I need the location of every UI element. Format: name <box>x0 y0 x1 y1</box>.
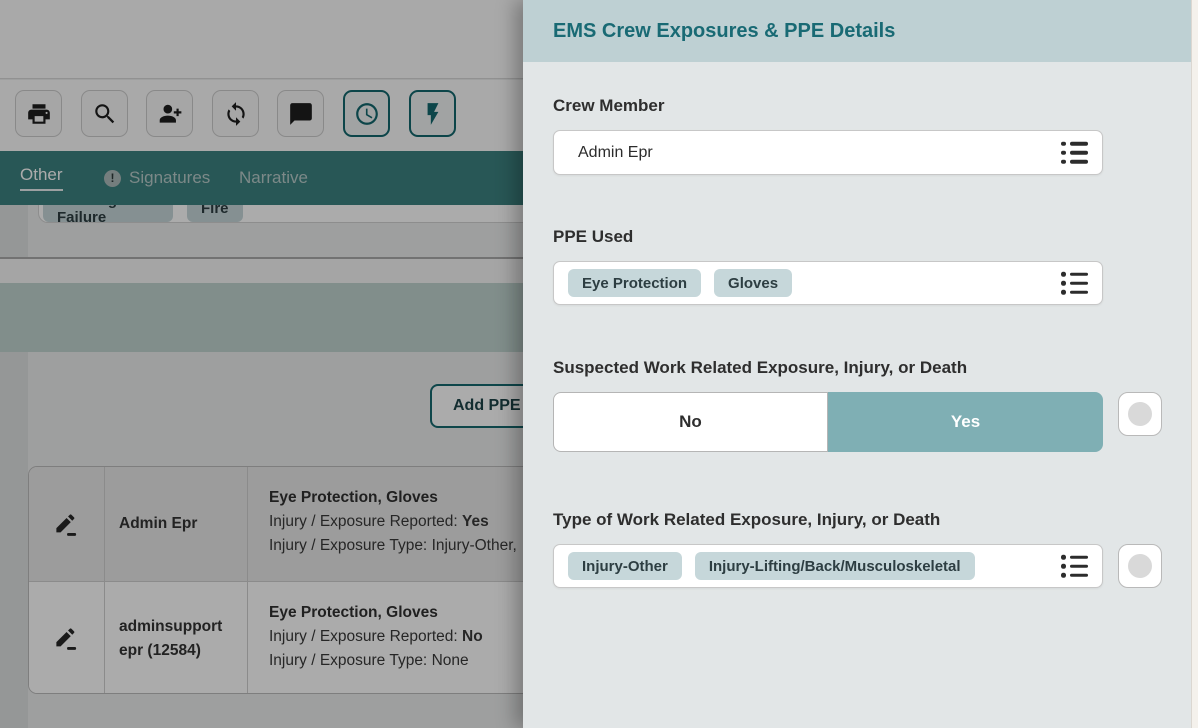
panel-header: EMS Crew Exposures & PPE Details <box>523 0 1198 62</box>
field-status-button[interactable] <box>1118 544 1162 588</box>
ems-crew-exposures-panel: EMS Crew Exposures & PPE Details Crew Me… <box>523 0 1198 728</box>
toggle-yes-button[interactable]: Yes <box>828 392 1103 452</box>
list-picker-icon[interactable] <box>1061 555 1088 578</box>
exposure-type-select[interactable]: Injury-Other Injury-Lifting/Back/Musculo… <box>553 544 1103 588</box>
crew-member-label: Crew Member <box>553 96 664 116</box>
toggle-no-button[interactable]: No <box>553 392 828 452</box>
crew-member-value: Admin Epr <box>554 144 653 162</box>
app-screen: Building Failure Fire Other Signatures N… <box>0 0 1198 728</box>
suspected-exposure-label: Suspected Work Related Exposure, Injury,… <box>553 358 967 378</box>
ppe-chip: Eye Protection <box>568 269 701 297</box>
status-dot-icon <box>1128 554 1152 578</box>
ppe-used-select[interactable]: Eye Protection Gloves <box>553 261 1103 305</box>
suspected-exposure-toggle: No Yes <box>553 392 1103 452</box>
field-status-button[interactable] <box>1118 392 1162 436</box>
exposure-type-label: Type of Work Related Exposure, Injury, o… <box>553 510 940 530</box>
ppe-chip: Gloves <box>714 269 792 297</box>
panel-title: EMS Crew Exposures & PPE Details <box>553 20 895 43</box>
list-picker-icon[interactable] <box>1061 141 1088 164</box>
scrollbar-track[interactable] <box>1191 0 1198 728</box>
ppe-used-label: PPE Used <box>553 227 633 247</box>
crew-member-select[interactable]: Admin Epr <box>553 130 1103 175</box>
status-dot-icon <box>1128 402 1152 426</box>
exposure-type-chip: Injury-Other <box>568 552 682 580</box>
list-picker-icon[interactable] <box>1061 272 1088 295</box>
exposure-type-chip: Injury-Lifting/Back/Musculoskeletal <box>695 552 975 580</box>
